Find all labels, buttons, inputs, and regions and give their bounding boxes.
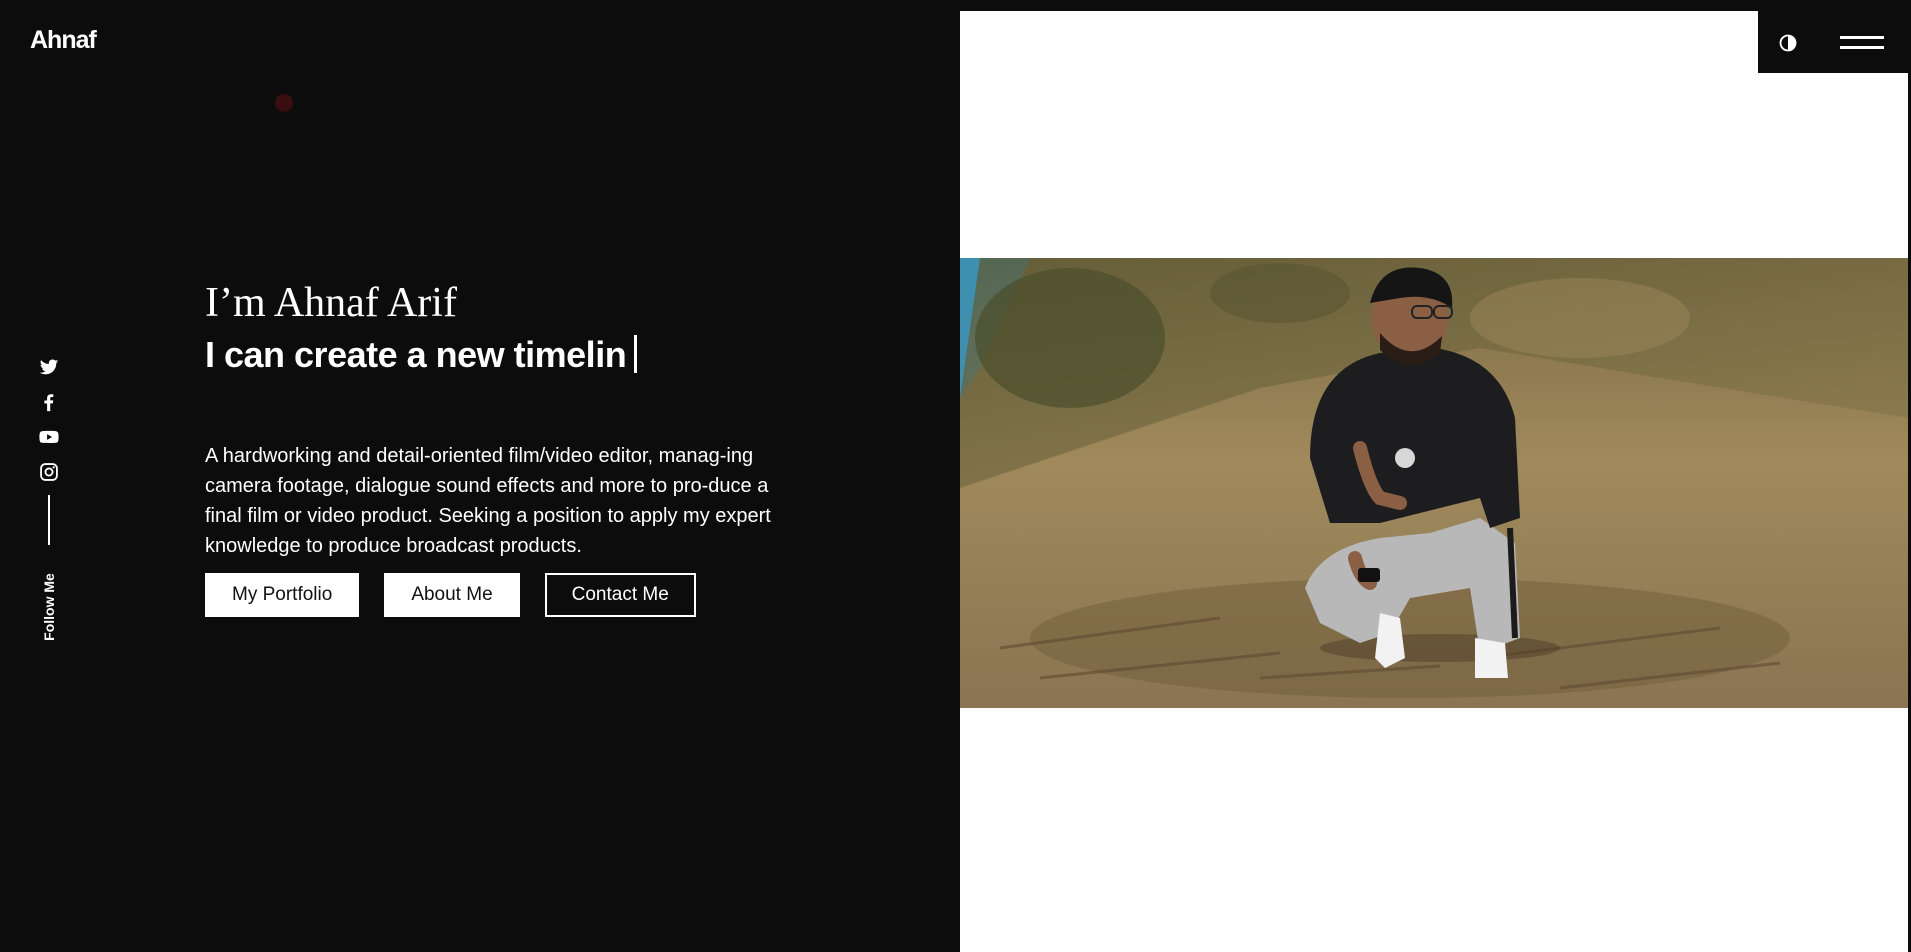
hero-section: I’m Ahnaf Arif I can create a new timeli… xyxy=(205,278,785,617)
typed-text: I can create a new timelin xyxy=(205,334,627,375)
social-divider-line xyxy=(48,495,50,545)
hamburger-menu-icon[interactable] xyxy=(1840,33,1884,53)
about-me-button[interactable]: About Me xyxy=(384,573,520,617)
hero-intro-heading: I’m Ahnaf Arif xyxy=(205,280,457,326)
follow-me-wrap: Follow Me xyxy=(36,567,62,647)
page: Ahnaf Follow Me I’m Ahnaf Arif I can cre… xyxy=(0,0,1911,952)
social-sidebar: Follow Me xyxy=(36,357,62,647)
youtube-icon[interactable] xyxy=(39,427,59,447)
site-logo[interactable]: Ahnaf xyxy=(30,26,97,55)
menu-line-top xyxy=(1840,36,1884,39)
my-portfolio-button[interactable]: My Portfolio xyxy=(205,573,360,617)
hero-image-panel xyxy=(960,11,1908,952)
typing-cursor xyxy=(634,335,638,373)
facebook-icon[interactable] xyxy=(39,392,59,412)
header-controls xyxy=(1758,11,1911,73)
twitter-icon[interactable] xyxy=(39,357,59,377)
hero-description: A hardworking and detail-oriented film/v… xyxy=(205,445,771,557)
contrast-icon[interactable] xyxy=(1778,33,1798,53)
cursor-follower-dot xyxy=(275,94,293,112)
follow-me-label: Follow Me xyxy=(41,573,57,641)
menu-line-bottom xyxy=(1840,46,1884,49)
contact-me-button[interactable]: Contact Me xyxy=(544,573,696,617)
hero-typed-heading: I can create a new timelin xyxy=(205,332,785,378)
hero-buttons: My Portfolio About Me Contact Me xyxy=(205,573,785,617)
instagram-icon[interactable] xyxy=(39,462,59,482)
hero-photo xyxy=(960,258,1908,708)
hero-photo-illustration xyxy=(960,258,1908,708)
